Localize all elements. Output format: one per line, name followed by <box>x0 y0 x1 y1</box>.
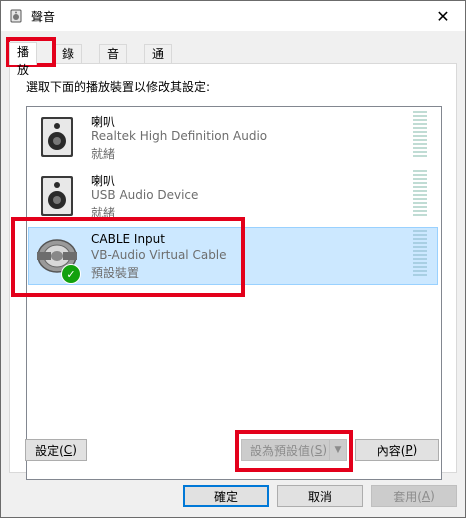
tab-sounds[interactable]: 音效 <box>99 44 128 79</box>
device-description: USB Audio Device <box>91 188 199 202</box>
apply-key: A <box>421 489 431 503</box>
sound-dialog: 聲音 ✕ 播放 錄製 音效 通訊 選取下面的播放裝置以修改其設定: 喇叭 Rea… <box>0 0 466 518</box>
apply-button[interactable]: 套用(A) <box>371 485 457 507</box>
configure-label: 設定( <box>35 443 64 458</box>
set-default-key: S <box>314 443 323 457</box>
title-bar: 聲音 ✕ <box>1 1 465 31</box>
tab-recording[interactable]: 錄製 <box>54 44 83 79</box>
device-item-cable-input[interactable]: ✓ CABLE Input VB-Audio Virtual Cable 預設裝… <box>28 227 438 285</box>
ok-button[interactable]: 確定 <box>183 485 269 507</box>
configure-key: C <box>63 443 73 457</box>
apply-label: 套用( <box>393 489 422 504</box>
set-default-button[interactable]: 設為預設值(S) ▼ <box>241 439 347 461</box>
volume-meter <box>413 111 427 161</box>
device-list[interactable]: 喇叭 Realtek High Definition Audio 就緒 喇叭 U… <box>26 106 442 480</box>
device-description: VB-Audio Virtual Cable <box>91 248 227 262</box>
device-name: 喇叭 <box>91 115 116 129</box>
window-title: 聲音 <box>31 10 56 24</box>
speaker-box-icon <box>41 117 73 157</box>
set-default-tail: ) <box>322 443 327 457</box>
configure-button[interactable]: 設定(C) <box>25 439 87 461</box>
set-default-label: 設為預設值( <box>250 443 315 458</box>
instruction-text: 選取下面的播放裝置以修改其設定: <box>26 80 211 94</box>
tab-communications[interactable]: 通訊 <box>144 44 173 79</box>
close-button[interactable]: ✕ <box>421 1 465 31</box>
close-icon: ✕ <box>436 6 450 26</box>
apply-tail: ) <box>430 489 435 503</box>
device-status: 預設裝置 <box>91 266 140 280</box>
speaker-icon <box>10 9 22 23</box>
device-item-usb[interactable]: 喇叭 USB Audio Device 就緒 <box>29 168 437 224</box>
tab-playback[interactable]: 播放 <box>9 42 38 77</box>
volume-meter <box>413 170 427 220</box>
default-device-check-icon: ✓ <box>61 264 81 284</box>
device-description: Realtek High Definition Audio <box>91 129 268 143</box>
speaker-box-icon <box>41 176 73 216</box>
configure-tail: ) <box>72 443 77 457</box>
properties-button[interactable]: 內容(P) <box>355 439 439 461</box>
properties-tail: ) <box>412 443 418 457</box>
device-name: 喇叭 <box>91 174 116 188</box>
device-status: 就緒 <box>91 206 116 220</box>
device-item-realtek[interactable]: 喇叭 Realtek High Definition Audio 就緒 <box>29 109 437 165</box>
device-name: CABLE Input <box>91 232 165 246</box>
device-status: 就緒 <box>91 147 116 161</box>
properties-label: 內容( <box>376 443 406 458</box>
properties-key: P <box>405 443 413 457</box>
chevron-down-icon[interactable]: ▼ <box>329 440 346 460</box>
playback-panel: 選取下面的播放裝置以修改其設定: 喇叭 Realtek High Definit… <box>9 63 457 480</box>
cancel-button[interactable]: 取消 <box>277 485 363 507</box>
volume-meter <box>413 230 427 280</box>
